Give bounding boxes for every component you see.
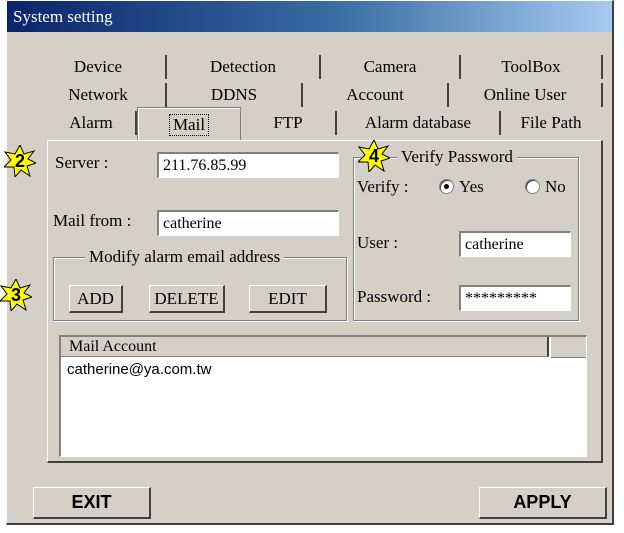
list-header-filler — [551, 337, 586, 358]
add-button[interactable]: ADD — [69, 285, 123, 313]
tab-toolbox[interactable]: ToolBox — [461, 55, 603, 79]
apply-button[interactable]: APPLY — [479, 487, 607, 519]
modify-email-group-title: Modify alarm email address — [85, 247, 285, 267]
tab-account[interactable]: Account — [303, 83, 449, 107]
verify-no-label: No — [545, 177, 566, 196]
exit-button[interactable]: EXIT — [33, 487, 151, 519]
tab-network[interactable]: Network — [31, 83, 167, 107]
server-label: Server : — [55, 153, 109, 172]
callout-badge-4: 4 — [358, 140, 390, 172]
mail-account-column-header[interactable]: Mail Account — [61, 337, 549, 357]
tab-detection[interactable]: Detection — [167, 55, 321, 79]
verify-password-title: Verify Password — [397, 147, 517, 167]
verify-no-radio[interactable] — [525, 179, 540, 194]
tab-alarm[interactable]: Alarm — [47, 111, 137, 135]
user-label: User : — [357, 233, 399, 252]
edit-button[interactable]: EDIT — [249, 285, 327, 313]
user-input[interactable]: catherine — [459, 231, 571, 257]
tab-ftp[interactable]: FTP — [241, 111, 337, 135]
tab-alarm-database[interactable]: Alarm database — [337, 111, 501, 135]
tab-mail[interactable]: Mail — [137, 107, 241, 141]
tab-camera[interactable]: Camera — [321, 55, 461, 79]
title-bar[interactable]: System setting — [7, 1, 612, 32]
mail-from-label: Mail from : — [53, 211, 132, 230]
tab-online-user[interactable]: Online User — [449, 83, 603, 107]
server-input[interactable]: 211.76.85.99 — [157, 152, 339, 178]
radio-selected-dot — [444, 184, 449, 189]
tab-device[interactable]: Device — [31, 55, 167, 79]
verify-yes-label: Yes — [459, 177, 484, 196]
password-label: Password : — [357, 287, 432, 306]
window-title: System setting — [13, 7, 113, 26]
mail-account-list[interactable]: Mail Account catherine@ya.com.tw — [59, 335, 587, 457]
callout-badge-3: 3 — [0, 279, 32, 311]
verify-label: Verify : — [357, 177, 409, 196]
verify-yes-radio[interactable] — [439, 179, 454, 194]
tab-ddns[interactable]: DDNS — [167, 83, 303, 107]
list-item[interactable]: catherine@ya.com.tw — [67, 361, 211, 378]
tab-file-path[interactable]: File Path — [501, 111, 601, 135]
delete-button[interactable]: DELETE — [149, 285, 225, 313]
password-input[interactable]: ********* — [459, 285, 571, 311]
mail-from-input[interactable]: catherine — [157, 210, 339, 236]
callout-badge-2: 2 — [4, 145, 36, 177]
system-setting-window: System setting Device Detection Camera T… — [6, 0, 614, 525]
